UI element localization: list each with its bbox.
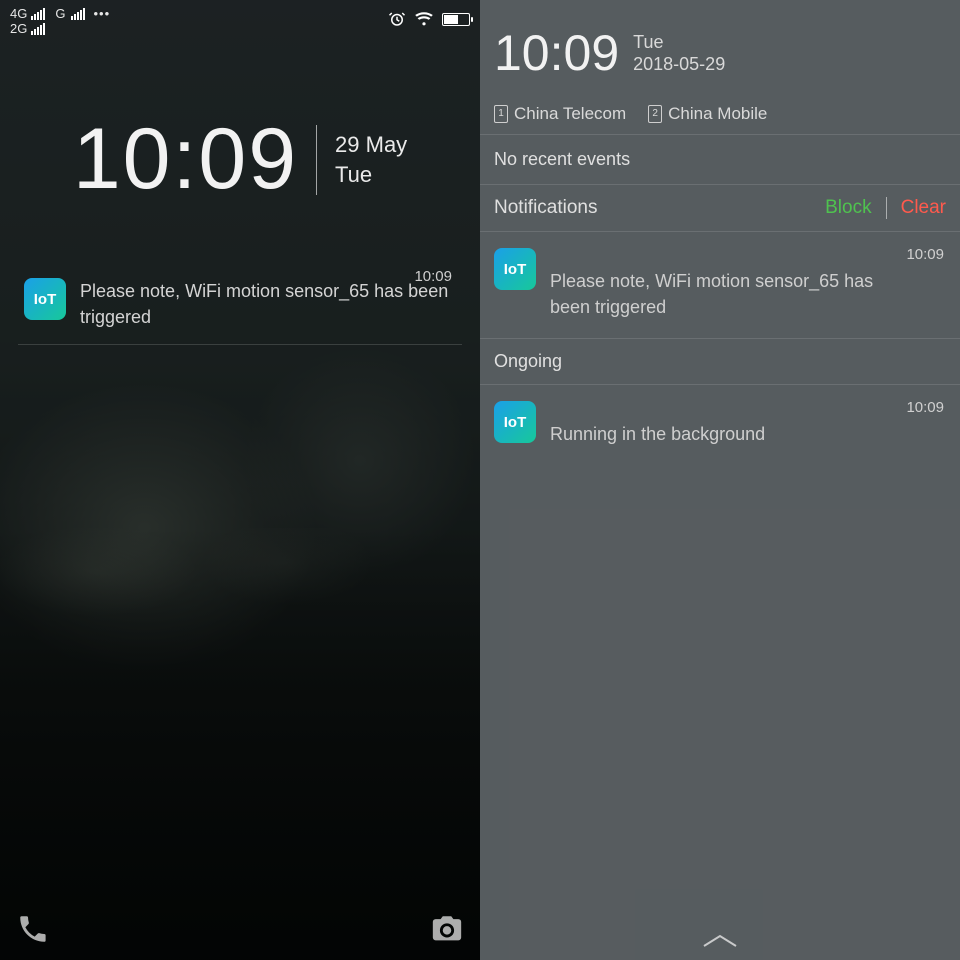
signal-row-1: 4G G ••• (10, 6, 110, 21)
shade-handle[interactable] (480, 932, 960, 950)
carrier-extra: G (55, 6, 65, 21)
iot-app-icon: IoT (494, 248, 536, 290)
notification-text: Please note, WiFi motion sensor_65 has b… (80, 278, 456, 330)
lockscreen: 4G G ••• 2G (0, 0, 480, 960)
lock-day: Tue (335, 160, 407, 190)
shade-date: 2018-05-29 (633, 53, 725, 75)
sim-row: 1 China Telecom 2 China Mobile (480, 96, 960, 135)
lock-date: 29 May (335, 130, 407, 160)
shade-clock: 10:09 Tue 2018-05-29 (480, 0, 960, 96)
signal-bars-icon (71, 8, 85, 20)
phone-icon[interactable] (16, 912, 50, 946)
sim-1[interactable]: 1 China Telecom (494, 104, 626, 124)
notification-shade: 10:09 Tue 2018-05-29 1 China Telecom 2 C… (480, 0, 960, 960)
battery-icon (442, 13, 470, 26)
signal-bars-icon (31, 23, 45, 35)
network-4g-label: 4G (10, 6, 27, 21)
iot-app-icon: IoT (494, 401, 536, 443)
clock-divider (316, 125, 317, 195)
sim-2[interactable]: 2 China Mobile (648, 104, 767, 124)
iot-app-icon: IoT (24, 278, 66, 320)
ongoing-notification[interactable]: IoT Running in the background 10:09 (480, 385, 960, 465)
notification-time: 10:09 (414, 268, 452, 285)
alarm-icon (388, 10, 406, 28)
lock-time: 10:09 (73, 110, 298, 209)
clear-button[interactable]: Clear (901, 197, 946, 219)
notification-time: 10:09 (906, 399, 944, 416)
wifi-icon (414, 11, 434, 27)
sim-2-name: China Mobile (668, 104, 767, 124)
ongoing-header: Ongoing (480, 339, 960, 385)
signal-row-2: 2G (10, 21, 110, 36)
more-icon: ••• (93, 6, 110, 21)
status-bar: 4G G ••• 2G (0, 0, 480, 48)
network-2g-label: 2G (10, 21, 27, 36)
signal-bars-icon (31, 8, 45, 20)
shade-notification[interactable]: IoT Please note, WiFi motion sensor_65 h… (480, 232, 960, 339)
notification-time: 10:09 (906, 246, 944, 263)
lock-clock: 10:09 29 May Tue (0, 110, 480, 209)
notification-text: Please note, WiFi motion sensor_65 has b… (550, 248, 890, 320)
sim-slot-icon: 1 (494, 105, 508, 123)
lockscreen-notification[interactable]: IoT Please note, WiFi motion sensor_65 h… (18, 268, 462, 345)
block-button[interactable]: Block (825, 197, 871, 219)
shade-time: 10:09 (494, 24, 619, 82)
shade-day: Tue (633, 31, 725, 53)
notifications-header: Notifications (494, 197, 598, 219)
notification-text: Running in the background (550, 401, 765, 447)
events-label: No recent events (480, 135, 960, 185)
sim-1-name: China Telecom (514, 104, 626, 124)
divider (886, 197, 887, 219)
sim-slot-icon: 2 (648, 105, 662, 123)
camera-icon[interactable] (430, 912, 464, 946)
